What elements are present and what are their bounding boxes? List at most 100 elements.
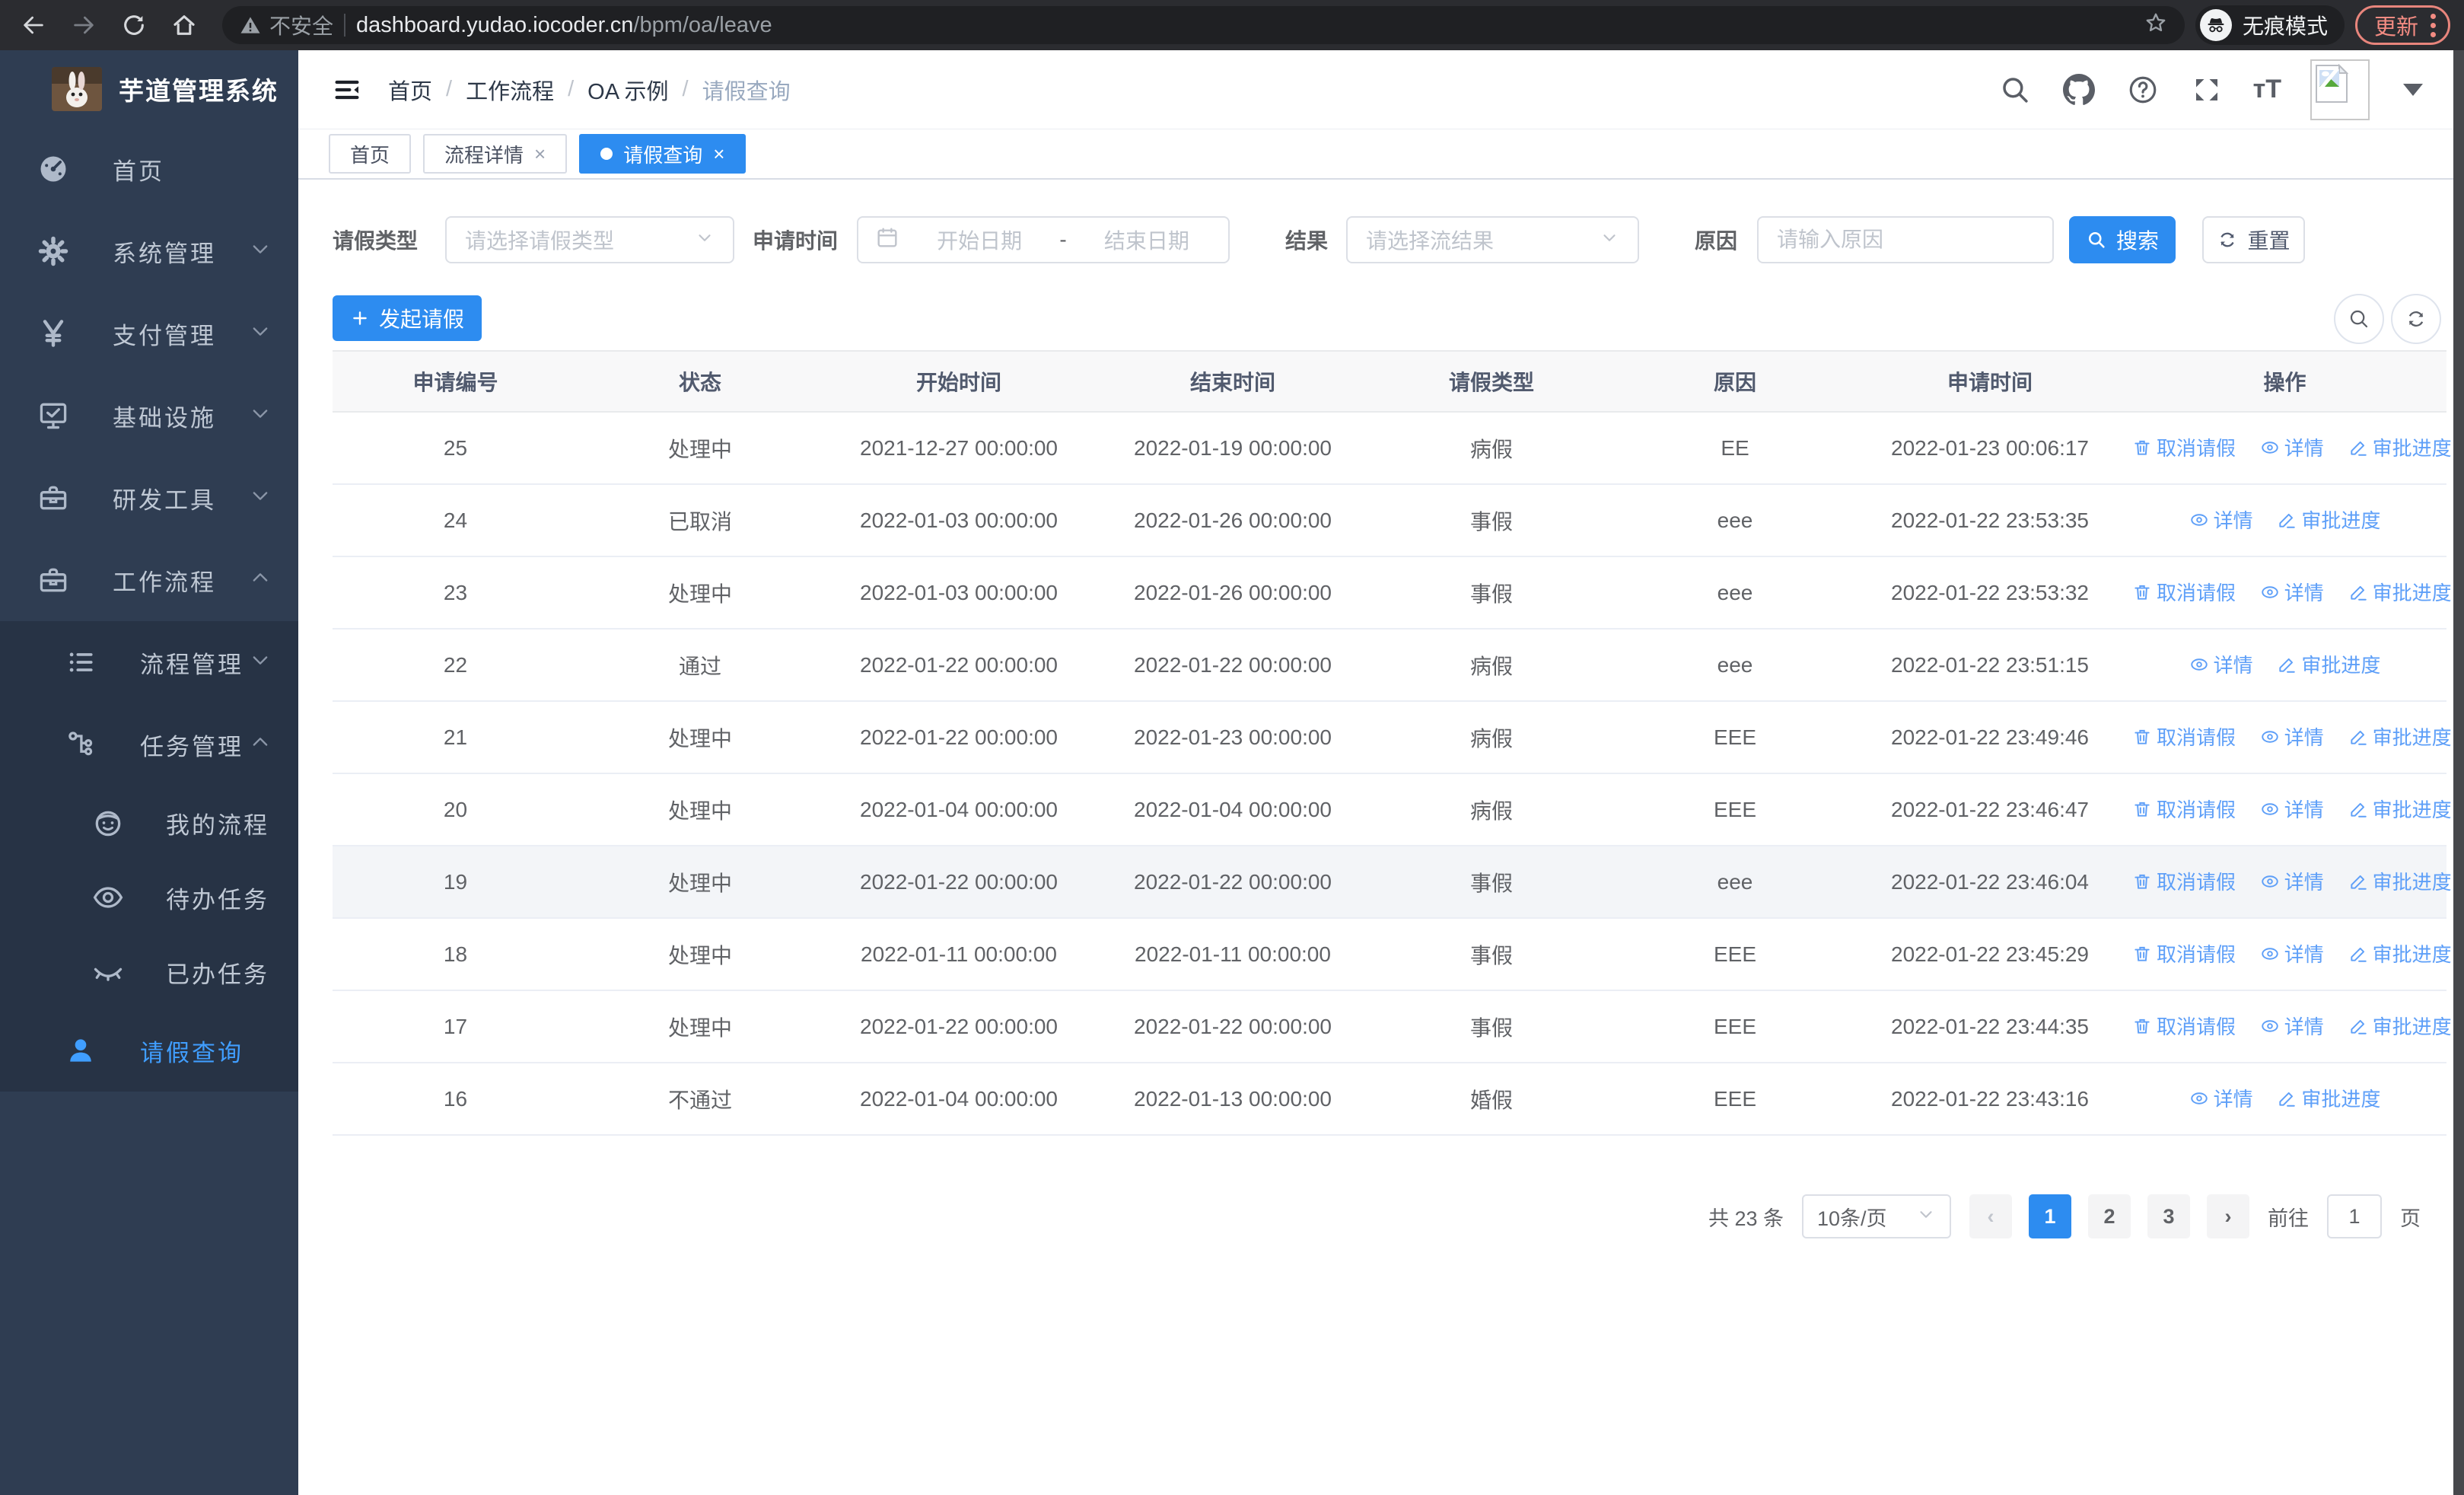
breadcrumb-home[interactable]: 首页 xyxy=(388,74,432,106)
search-icon[interactable] xyxy=(1998,72,2033,107)
approval-progress-link[interactable]: 审批进度 xyxy=(2348,795,2452,823)
cancel-leave-link[interactable]: 取消请假 xyxy=(2132,939,2236,967)
table-refresh-button[interactable] xyxy=(2391,294,2441,344)
cell-reason: eee xyxy=(1613,846,1857,919)
cancel-leave-link[interactable]: 取消请假 xyxy=(2132,1012,2236,1040)
chrome-update-button[interactable]: 更新 xyxy=(2354,5,2450,45)
approval-progress-link[interactable]: 审批进度 xyxy=(2277,505,2380,534)
person-icon xyxy=(64,1034,97,1067)
bookmark-star-icon[interactable] xyxy=(2144,11,2168,40)
trash-icon xyxy=(2135,585,2150,600)
not-secure-warning[interactable]: 不安全 xyxy=(239,10,333,40)
sidebar-item-workflow[interactable]: 工作流程 xyxy=(0,539,298,621)
cell-leave-type: 病假 xyxy=(1370,773,1613,846)
sidebar-item-todo-tasks[interactable]: 待办任务 xyxy=(0,860,298,935)
tab-leave-query[interactable]: 请假查询 × xyxy=(579,134,747,174)
reload-button[interactable] xyxy=(114,5,154,45)
approval-progress-link[interactable]: 审批进度 xyxy=(2277,650,2380,678)
reason-input[interactable] xyxy=(1757,216,2054,263)
cell-reason: eee xyxy=(1613,484,1857,557)
home-button[interactable] xyxy=(164,5,204,45)
eye-icon xyxy=(2190,514,2208,526)
fullscreen-icon[interactable] xyxy=(2189,72,2224,107)
cancel-leave-link[interactable]: 取消请假 xyxy=(2132,433,2236,461)
sidebar-item-process-mgmt[interactable]: 流程管理 xyxy=(0,621,298,703)
breadcrumb-oa-demo[interactable]: OA 示例 xyxy=(587,74,668,106)
page-size-select[interactable]: 10条/页 xyxy=(1802,1194,1951,1238)
sidebar-item-home[interactable]: 首页 xyxy=(0,128,298,210)
leave-type-select[interactable]: 请选择请假类型 xyxy=(445,216,734,263)
collapse-sidebar-icon[interactable] xyxy=(329,72,365,108)
tab-label: 首页 xyxy=(350,143,390,167)
detail-link[interactable]: 详情 xyxy=(2260,1012,2324,1040)
chrome-menu-icon[interactable] xyxy=(2431,13,2436,37)
cancel-leave-link[interactable]: 取消请假 xyxy=(2132,867,2236,895)
approval-progress-link[interactable]: 审批进度 xyxy=(2348,939,2452,967)
cell-status: 处理中 xyxy=(578,701,822,774)
page-button-2[interactable]: 2 xyxy=(2088,1194,2131,1238)
sidebar-item-label: 请假查询 xyxy=(140,1039,244,1066)
detail-link[interactable]: 详情 xyxy=(2260,433,2324,461)
approval-progress-link[interactable]: 审批进度 xyxy=(2348,1012,2452,1040)
close-icon[interactable]: × xyxy=(713,142,724,166)
sidebar-item-pay[interactable]: 支付管理 xyxy=(0,292,298,375)
create-leave-button[interactable]: 发起请假 xyxy=(333,295,482,341)
cell-reason: eee xyxy=(1613,556,1857,630)
sidebar-item-dev[interactable]: 研发工具 xyxy=(0,457,298,539)
sidebar-item-my-process[interactable]: 我的流程 xyxy=(0,786,298,860)
approval-progress-link[interactable]: 审批进度 xyxy=(2348,578,2452,606)
tab-process-detail[interactable]: 流程详情 × xyxy=(423,134,568,174)
sidebar-item-leave-query[interactable]: 请假查询 xyxy=(0,1009,298,1092)
search-button[interactable]: 搜索 xyxy=(2069,216,2176,263)
forward-button[interactable] xyxy=(64,5,103,45)
table-row: 24 已取消 2022-01-03 00:00:00 2022-01-26 00… xyxy=(333,484,2446,557)
address-bar[interactable]: 不安全 dashboard.yudao.iocoder.cn/bpm/oa/le… xyxy=(222,6,2185,44)
date-range-picker[interactable]: 开始日期 - 结束日期 xyxy=(857,216,1230,263)
close-icon[interactable]: × xyxy=(534,142,546,166)
help-icon[interactable] xyxy=(2125,72,2160,107)
cancel-leave-link[interactable]: 取消请假 xyxy=(2132,578,2236,606)
cell-id: 19 xyxy=(333,846,578,919)
cancel-leave-link[interactable]: 取消请假 xyxy=(2132,795,2236,823)
breadcrumb-workflow[interactable]: 工作流程 xyxy=(466,74,554,106)
approval-progress-link[interactable]: 审批进度 xyxy=(2277,1084,2380,1112)
detail-link[interactable]: 详情 xyxy=(2189,650,2253,678)
sidebar-item-system[interactable]: 系统管理 xyxy=(0,210,298,292)
detail-link[interactable]: 详情 xyxy=(2189,1084,2253,1112)
table-search-toggle-button[interactable] xyxy=(2334,294,2384,344)
update-label: 更新 xyxy=(2373,15,2418,40)
prev-page-button[interactable]: ‹ xyxy=(1969,1194,2012,1238)
cell-start-time: 2022-01-22 00:00:00 xyxy=(822,629,1096,702)
page-button-1[interactable]: 1 xyxy=(2029,1194,2071,1238)
reset-button[interactable]: 重置 xyxy=(2202,216,2305,263)
goto-page-input[interactable] xyxy=(2327,1194,2382,1238)
sidebar-item-infra[interactable]: 基础设施 xyxy=(0,375,298,457)
col-header-apply-time: 申请时间 xyxy=(1857,350,2123,413)
cancel-leave-link[interactable]: 取消请假 xyxy=(2132,722,2236,751)
detail-link[interactable]: 详情 xyxy=(2260,578,2324,606)
sidebar-item-task-mgmt[interactable]: 任务管理 xyxy=(0,703,298,786)
result-select[interactable]: 请选择流结果 xyxy=(1346,216,1639,263)
action-label: 审批进度 xyxy=(2372,437,2452,461)
github-icon[interactable] xyxy=(2061,72,2096,107)
font-size-icon[interactable]: тT xyxy=(2253,75,2281,104)
detail-link[interactable]: 详情 xyxy=(2260,722,2324,751)
back-button[interactable] xyxy=(14,5,53,45)
detail-link[interactable]: 详情 xyxy=(2260,939,2324,967)
detail-link[interactable]: 详情 xyxy=(2260,795,2324,823)
approval-progress-link[interactable]: 审批进度 xyxy=(2348,433,2452,461)
eye-icon xyxy=(2262,731,2278,743)
search-icon xyxy=(2350,310,2368,328)
page-button-3[interactable]: 3 xyxy=(2147,1194,2190,1238)
detail-link[interactable]: 详情 xyxy=(2260,867,2324,895)
detail-link[interactable]: 详情 xyxy=(2189,505,2253,534)
tab-home[interactable]: 首页 xyxy=(329,134,412,174)
sidebar-item-done-tasks[interactable]: 已办任务 xyxy=(0,935,298,1009)
avatar[interactable] xyxy=(2310,59,2370,120)
next-page-button[interactable]: › xyxy=(2207,1194,2249,1238)
approval-progress-link[interactable]: 审批进度 xyxy=(2348,722,2452,751)
cell-status: 处理中 xyxy=(578,412,822,485)
approval-progress-link[interactable]: 审批进度 xyxy=(2348,867,2452,895)
chevron-down-icon[interactable] xyxy=(2403,83,2423,96)
app-logo-row[interactable]: 芋道管理系统 xyxy=(0,50,298,128)
